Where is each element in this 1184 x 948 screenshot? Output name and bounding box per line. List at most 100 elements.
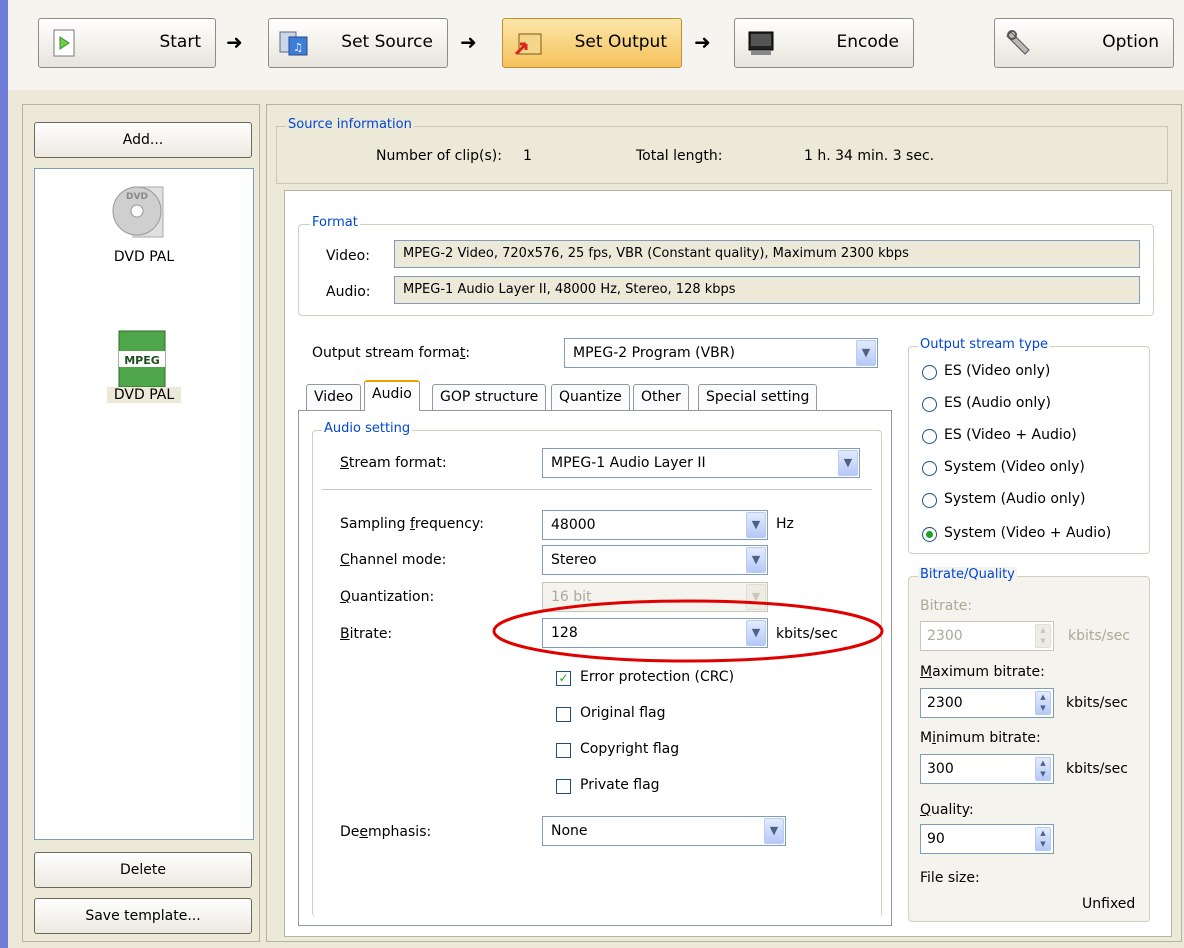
monitor-icon: [748, 31, 774, 55]
max-bitrate-unit: kbits/sec: [1066, 695, 1128, 711]
bitrate-label: Bitrate:: [340, 626, 393, 642]
stream-format-select[interactable]: MPEG-1 Audio Layer II ▼: [542, 448, 860, 478]
file-size-label: File size:: [920, 870, 980, 886]
output-stream-type-legend: Output stream type: [918, 337, 1051, 352]
separator: [322, 489, 872, 490]
tab-quantize[interactable]: Quantize: [551, 384, 630, 410]
quality-label: Quality:: [920, 802, 974, 818]
original-flag-label: Original flag: [580, 705, 666, 721]
clip-list[interactable]: DVD DVD PAL MPEG DVD PAL: [34, 168, 254, 840]
quality-spinner[interactable]: 90 ▲ ▼: [920, 824, 1054, 854]
svg-text:MPEG: MPEG: [124, 354, 160, 367]
max-bitrate-label: Maximum bitrate:: [920, 664, 1045, 680]
source-information-legend: Source information: [286, 117, 414, 132]
total-length-value: 1 h. 34 min. 3 sec.: [804, 148, 935, 164]
es-audio-only-label: ES (Audio only): [944, 395, 1051, 411]
sampling-frequency-select[interactable]: 48000 ▼: [542, 510, 768, 540]
error-protection-checkbox[interactable]: ✓: [556, 671, 571, 686]
min-bitrate-unit: kbits/sec: [1066, 761, 1128, 777]
system-audio-only-label: System (Audio only): [944, 491, 1086, 507]
output-stream-format-select[interactable]: MPEG-2 Program (VBR) ▼: [564, 338, 878, 368]
add-button[interactable]: Add...: [34, 122, 252, 158]
min-bitrate-spinner[interactable]: 300 ▲ ▼: [920, 754, 1054, 784]
video-format-field: MPEG-2 Video, 720x576, 25 fps, VBR (Cons…: [394, 240, 1140, 268]
system-video-only-label: System (Video only): [944, 459, 1085, 475]
tab-special-setting[interactable]: Special setting: [698, 384, 818, 410]
stream-format-label: Stream format:: [340, 455, 447, 471]
bitrate-quality-legend: Bitrate/Quality: [918, 567, 1017, 582]
copyright-flag-checkbox[interactable]: [556, 743, 571, 758]
es-video-audio-radio[interactable]: [922, 429, 937, 444]
output-arrow-icon: [514, 33, 542, 56]
tab-audio[interactable]: Audio: [364, 380, 420, 411]
es-video-only-radio[interactable]: [922, 365, 937, 380]
error-protection-label: Error protection (CRC): [580, 669, 735, 685]
tab-video[interactable]: Video: [306, 384, 362, 410]
es-audio-only-radio[interactable]: [922, 397, 937, 412]
arrow-right-icon: ➜: [694, 30, 711, 54]
chevron-down-icon[interactable]: ▼: [838, 450, 858, 476]
clip-count-value: 1: [523, 148, 532, 164]
audio-format-label: Audio:: [326, 284, 371, 300]
encode-step-button[interactable]: Encode: [734, 18, 914, 68]
start-step-button[interactable]: Start: [38, 18, 216, 68]
max-bitrate-spinner[interactable]: 2300 ▲ ▼: [920, 688, 1054, 718]
output-stream-format-label: Output stream format:: [312, 345, 471, 361]
deemphasis-label: Deemphasis:: [340, 824, 432, 840]
option-button[interactable]: Option: [994, 18, 1174, 68]
file-size-value: Unfixed: [1082, 896, 1136, 912]
deemphasis-select[interactable]: None ▼: [542, 816, 786, 846]
chevron-down-icon[interactable]: ▼: [764, 818, 784, 844]
highlight-ellipse: [492, 599, 884, 663]
min-bitrate-label: Minimum bitrate:: [920, 730, 1041, 746]
channel-mode-select[interactable]: Stereo ▼: [542, 545, 768, 575]
tab-other[interactable]: Other: [633, 384, 689, 410]
sampling-frequency-label: Sampling frequency:: [340, 516, 484, 532]
copyright-flag-label: Copyright flag: [580, 741, 680, 757]
tab-gop-structure[interactable]: GOP structure: [432, 384, 547, 410]
clip-label-selected: DVD PAL: [107, 387, 181, 403]
sampling-unit: Hz: [776, 516, 794, 532]
dvd-disc-icon: DVD: [112, 186, 164, 238]
wizard-toolbar: Start ➜ ♫ Set Source ➜ Set Output ➜ Enco…: [8, 0, 1184, 90]
mpeg-file-icon: MPEG: [118, 330, 166, 388]
audio-format-field: MPEG-1 Audio Layer II, 48000 Hz, Stereo,…: [394, 276, 1140, 304]
set-source-step-button[interactable]: ♫ Set Source: [268, 18, 448, 68]
spin-arrows-icon[interactable]: ▲ ▼: [1035, 757, 1051, 781]
bitrate-unit-disabled: kbits/sec: [1068, 628, 1130, 644]
spin-arrows-icon[interactable]: ▲ ▼: [1035, 691, 1051, 715]
private-flag-label: Private flag: [580, 777, 660, 793]
arrow-right-icon: ➜: [226, 30, 243, 54]
save-template-button[interactable]: Save template...: [34, 898, 252, 934]
es-video-audio-label: ES (Video + Audio): [944, 427, 1077, 443]
delete-button[interactable]: Delete: [34, 852, 252, 888]
chevron-down-icon[interactable]: ▼: [746, 547, 766, 573]
system-video-audio-radio[interactable]: [922, 527, 937, 542]
system-video-audio-label: System (Video + Audio): [944, 525, 1112, 541]
wrench-icon: [1006, 30, 1030, 55]
system-video-only-radio[interactable]: [922, 461, 937, 476]
window-left-border: [0, 0, 8, 948]
clip-label: DVD PAL: [113, 249, 175, 265]
format-legend: Format: [310, 215, 360, 230]
chevron-down-icon[interactable]: ▼: [856, 340, 876, 366]
source-music-icon: ♫: [279, 31, 308, 56]
spin-arrows-icon[interactable]: ▲ ▼: [1035, 827, 1051, 851]
audio-setting-legend: Audio setting: [322, 421, 413, 436]
spin-arrows-icon: ▲ ▼: [1035, 624, 1051, 648]
clip-count-label: Number of clip(s):: [376, 148, 502, 164]
svg-text:DVD: DVD: [126, 192, 148, 202]
original-flag-checkbox[interactable]: [556, 707, 571, 722]
video-format-label: Video:: [326, 248, 370, 264]
bitrate-spinner: 2300 ▲ ▼: [920, 621, 1054, 651]
bitrate-disabled-label: Bitrate:: [920, 598, 973, 614]
play-document-icon: [53, 29, 75, 57]
channel-mode-label: Channel mode:: [340, 552, 447, 568]
chevron-down-icon[interactable]: ▼: [746, 512, 766, 538]
total-length-label: Total length:: [636, 148, 723, 164]
private-flag-checkbox[interactable]: [556, 779, 571, 794]
arrow-right-icon: ➜: [460, 30, 477, 54]
quantization-label: Quantization:: [340, 589, 435, 605]
set-output-step-button[interactable]: Set Output: [502, 18, 682, 68]
system-audio-only-radio[interactable]: [922, 493, 937, 508]
